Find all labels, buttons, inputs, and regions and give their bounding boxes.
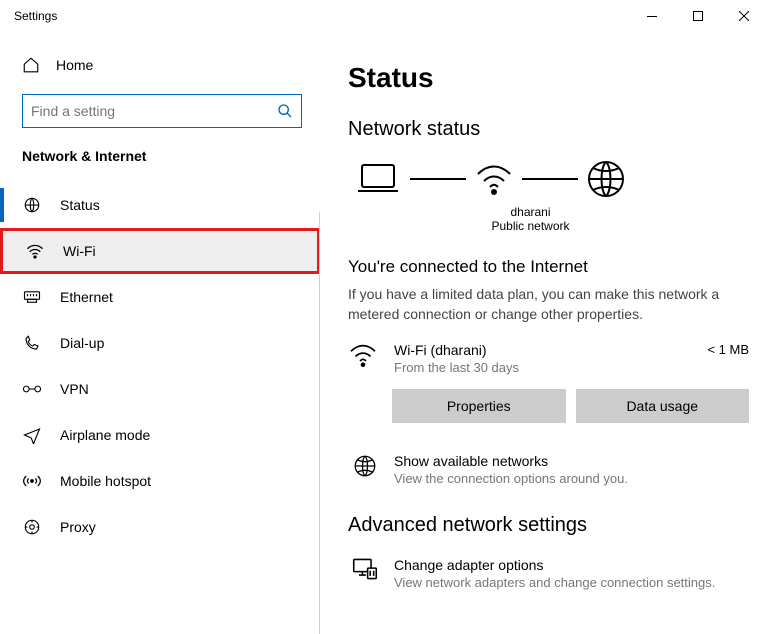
globe-icon: [352, 453, 378, 479]
nav-label: VPN: [60, 381, 89, 397]
show-networks-subtitle: View the connection options around you.: [394, 471, 628, 486]
nav-item-airplane[interactable]: Airplane mode: [0, 412, 320, 458]
connection-name: Wi-Fi (dharani): [394, 342, 691, 358]
sidebar-section-heading: Network & Internet: [0, 148, 320, 182]
airplane-icon: [22, 426, 42, 444]
nav-item-proxy[interactable]: Proxy: [0, 504, 320, 550]
search-box[interactable]: [22, 94, 302, 128]
nav-label: Ethernet: [60, 289, 113, 305]
proxy-icon: [22, 518, 42, 536]
connection-subtitle: From the last 30 days: [394, 360, 691, 375]
close-button[interactable]: [721, 0, 767, 32]
adapter-subtitle: View network adapters and change connect…: [394, 575, 715, 590]
properties-button[interactable]: Properties: [392, 389, 566, 423]
nav-item-ethernet[interactable]: Ethernet: [0, 274, 320, 320]
show-networks-link[interactable]: Show available networks View the connect…: [348, 453, 749, 486]
network-diagram: [348, 159, 749, 199]
minimize-button[interactable]: [629, 0, 675, 32]
wifi-icon: [25, 243, 45, 259]
show-networks-title: Show available networks: [394, 453, 628, 469]
nav-label: Dial-up: [60, 335, 104, 351]
connected-description: If you have a limited data plan, you can…: [348, 285, 749, 324]
nav-item-wifi[interactable]: Wi-Fi: [0, 228, 320, 274]
connection-line: [522, 178, 578, 180]
status-icon: [22, 196, 42, 214]
network-type-label: Public network: [320, 219, 749, 233]
window-controls: [629, 0, 767, 32]
hotspot-icon: [22, 473, 42, 489]
data-usage-value: < 1 MB: [707, 342, 749, 357]
globe-icon: [586, 159, 626, 199]
content-area: Status Network status dharani Public net…: [320, 32, 777, 634]
connection-line: [410, 178, 466, 180]
nav-label: Proxy: [60, 519, 96, 535]
change-adapter-link[interactable]: Change adapter options View network adap…: [348, 557, 749, 590]
connected-title: You're connected to the Internet: [348, 257, 749, 277]
ethernet-icon: [22, 289, 42, 305]
page-title: Status: [348, 62, 749, 94]
home-icon: [22, 56, 40, 74]
ssid-label: dharani: [320, 205, 749, 219]
nav-label: Airplane mode: [60, 427, 150, 443]
sidebar: Home Network & Internet Status Wi-Fi Eth…: [0, 32, 320, 634]
window-title: Settings: [10, 9, 629, 23]
vpn-icon: [22, 382, 42, 396]
wifi-icon: [348, 342, 378, 368]
nav-label: Status: [60, 197, 100, 213]
home-label: Home: [56, 57, 93, 73]
nav-label: Mobile hotspot: [60, 473, 151, 489]
maximize-button[interactable]: [675, 0, 721, 32]
sidebar-divider: [319, 212, 320, 634]
nav-item-dialup[interactable]: Dial-up: [0, 320, 320, 366]
adapter-title: Change adapter options: [394, 557, 715, 573]
titlebar: Settings: [0, 0, 777, 32]
wifi-node-icon: [474, 162, 514, 196]
data-usage-button[interactable]: Data usage: [576, 389, 750, 423]
nav-item-vpn[interactable]: VPN: [0, 366, 320, 412]
home-link[interactable]: Home: [0, 50, 320, 94]
search-icon: [277, 103, 293, 119]
connection-row: Wi-Fi (dharani) From the last 30 days < …: [348, 342, 749, 375]
nav-item-hotspot[interactable]: Mobile hotspot: [0, 458, 320, 504]
advanced-settings-heading: Advanced network settings: [348, 514, 749, 537]
laptop-icon: [354, 161, 402, 197]
network-status-heading: Network status: [348, 118, 749, 141]
dialup-icon: [22, 334, 42, 352]
search-input[interactable]: [31, 103, 277, 119]
nav-item-status[interactable]: Status: [0, 182, 320, 228]
adapter-icon: [352, 557, 378, 581]
network-diagram-labels: dharani Public network: [320, 205, 749, 233]
nav-label: Wi-Fi: [63, 243, 96, 259]
